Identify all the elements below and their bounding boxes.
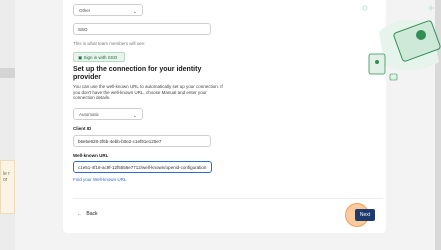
setup-card: Other ⌄ SSO This is what team members wi…	[63, 0, 441, 233]
provider-select-value: Other	[79, 8, 91, 13]
back-button-label: Back	[86, 211, 98, 217]
left-note: le r or	[0, 160, 15, 214]
team-name-value: SSO	[78, 27, 88, 32]
connection-method-value: Automatic	[79, 112, 100, 117]
team-name-input[interactable]: SSO	[73, 23, 211, 35]
chevron-down-icon: ⌄	[132, 9, 137, 15]
illustration-graphic	[362, 5, 441, 81]
idp-heading: Set up the connection for your identity …	[73, 66, 202, 81]
sign-in-sso-preview-button: ▣ Sign in with SSO	[73, 52, 125, 62]
wellknown-url-value: c1e51-4f18-ac9f-12f5556e7712/well-known/…	[78, 165, 207, 170]
provider-select[interactable]: Other ⌄	[73, 4, 143, 16]
client-id-value: b6e5e828-2f6b-4ebb-b0e2-c1ef91e125e7	[78, 139, 162, 144]
sso-button-label: Sign in with SSO	[83, 55, 118, 60]
client-id-input[interactable]: b6e5e828-2f6b-4ebb-b0e2-c1ef91e125e7	[73, 135, 211, 147]
next-button-label: Next	[359, 212, 371, 218]
next-button[interactable]: Next	[355, 209, 375, 221]
wellknown-url-input[interactable]: c1e51-4f18-ac9f-12f5556e7712/well-known/…	[73, 161, 212, 173]
client-id-label: Client ID	[73, 126, 92, 131]
footer-divider	[73, 198, 383, 199]
illustration-decor-plus	[428, 5, 434, 11]
preview-helper-text: This is what team members will see:	[73, 41, 146, 46]
find-wellknown-url-link[interactable]: Find your Well-known URL	[73, 177, 126, 182]
back-button[interactable]: ← Back	[77, 211, 98, 217]
wellknown-url-label: Well-known URL	[73, 153, 109, 158]
illustration-decor-circle	[362, 5, 368, 11]
illustration-user-icon	[416, 30, 426, 40]
idp-description: You can use the well-known URL to automa…	[73, 84, 223, 100]
sso-lock-icon: ▣	[78, 55, 83, 60]
chevron-down-icon: ⌄	[132, 113, 137, 119]
illustration-lock-icon	[389, 73, 398, 81]
illustration-keyhole-icon	[375, 60, 379, 64]
arrow-left-icon: ←	[77, 211, 82, 217]
left-edge-chip	[0, 68, 15, 78]
connection-method-select[interactable]: Automatic ⌄	[73, 108, 143, 120]
